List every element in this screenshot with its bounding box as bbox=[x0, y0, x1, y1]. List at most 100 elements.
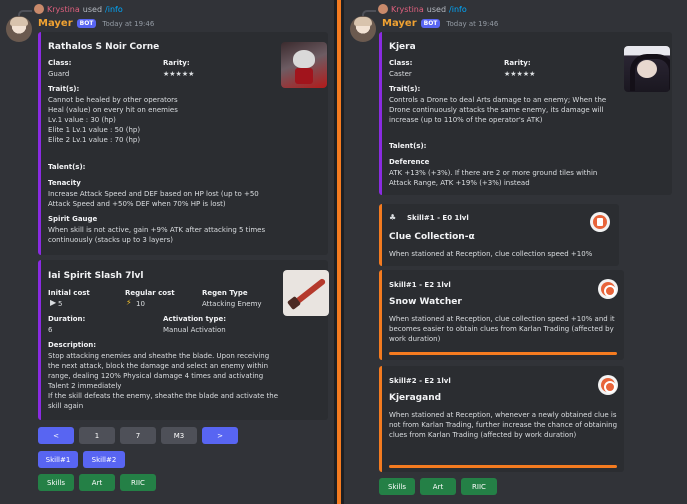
bot-avatar[interactable] bbox=[6, 16, 32, 42]
skills-button[interactable]: Skills bbox=[379, 478, 415, 495]
skill-1-button[interactable]: Skill#1 bbox=[38, 451, 78, 468]
initial-cost-value: 5 bbox=[58, 300, 63, 308]
traits-label: Trait(s): bbox=[389, 85, 421, 93]
timestamp: Today at 19:46 bbox=[446, 19, 499, 28]
skill-description: Stop attacking enemies and sheathe the b… bbox=[48, 352, 279, 410]
riic-embed-3: Skill#2 - E2 1lvl Kjeragand When station… bbox=[379, 366, 624, 472]
operator-portrait bbox=[624, 46, 670, 92]
trait-line: Elite 2 Lv.1 value : 70 (hp) bbox=[48, 136, 141, 144]
author-name[interactable]: Mayer bbox=[382, 18, 417, 29]
duration-value: 6 bbox=[48, 326, 53, 334]
reply-used: used bbox=[82, 4, 103, 14]
talent-2-name: Spirit Gauge bbox=[48, 215, 98, 223]
riic-separator-bar bbox=[389, 352, 617, 355]
trait-line: Cannot be healed by other operators bbox=[48, 96, 178, 104]
riic-header: Skill#1 - E2 1lvl bbox=[389, 281, 451, 289]
regen-type-value: Attacking Enemy bbox=[202, 300, 262, 308]
duration-label: Duration: bbox=[48, 315, 86, 323]
skills-button[interactable]: Skills bbox=[38, 474, 74, 491]
riic-embed-1: ♣ Skill#1 - E0 1lvl Clue Collection-α Wh… bbox=[379, 204, 619, 266]
riic-skill-name: Snow Watcher bbox=[389, 297, 462, 307]
traits-text: Controls a Drone to deal Arts damage to … bbox=[389, 96, 607, 124]
activation-value: Manual Activation bbox=[163, 326, 226, 334]
activation-label: Activation type: bbox=[163, 315, 227, 323]
trait-line: Elite 1 Lv.1 value : 50 (hp) bbox=[48, 126, 141, 134]
next-page-button[interactable]: > bbox=[202, 427, 238, 444]
reply-reference[interactable]: Krystina used /info bbox=[18, 4, 123, 17]
riic-button[interactable]: RIIC bbox=[461, 478, 497, 495]
right-message: Krystina used /info Mayer BOT Today at 1… bbox=[344, 0, 687, 504]
riic-skill-name: Clue Collection-α bbox=[389, 232, 475, 242]
art-button[interactable]: Art bbox=[420, 478, 456, 495]
reply-avatar bbox=[34, 4, 44, 14]
traits-label: Trait(s): bbox=[48, 85, 80, 93]
prev-page-button[interactable]: < bbox=[38, 427, 74, 444]
rarity-stars: ★★★★★ bbox=[163, 70, 195, 78]
riic-kjeragand-icon bbox=[598, 375, 618, 395]
left-message: Krystina used /info Mayer BOT Today at 1… bbox=[0, 0, 334, 504]
trait-line: Lv.1 value : 30 (hp) bbox=[48, 116, 116, 124]
author-name[interactable]: Mayer bbox=[38, 18, 73, 29]
art-button[interactable]: Art bbox=[79, 474, 115, 491]
reply-avatar bbox=[378, 4, 388, 14]
riic-skill-desc: When stationed at Reception, clue collec… bbox=[389, 250, 593, 258]
bot-avatar[interactable] bbox=[350, 16, 376, 42]
class-value: Caster bbox=[389, 70, 412, 78]
trait-line: Heal (value) on every hit on enemies bbox=[48, 106, 178, 114]
talents-label: Talent(s): bbox=[48, 163, 86, 171]
regular-cost-value: 10 bbox=[136, 300, 145, 308]
message-author: Mayer BOT Today at 19:46 bbox=[382, 18, 498, 29]
level-7-button[interactable]: 7 bbox=[120, 427, 156, 444]
riic-skill-desc: When stationed at Reception, clue collec… bbox=[389, 315, 615, 343]
bot-badge: BOT bbox=[420, 19, 441, 28]
reply-reference[interactable]: Krystina used /info bbox=[362, 4, 467, 17]
class-value: Guard bbox=[48, 70, 70, 78]
message-author: Mayer BOT Today at 19:46 bbox=[38, 18, 154, 29]
rarity-stars: ★★★★★ bbox=[504, 70, 536, 78]
skill-icon bbox=[283, 270, 329, 316]
riic-skill-desc: When stationed at Reception, whenever a … bbox=[389, 411, 618, 439]
pane-divider bbox=[334, 0, 344, 504]
skill-name: Iai Spirit Slash 7lvl bbox=[48, 271, 144, 281]
lightning-icon: ⚡ bbox=[126, 298, 132, 307]
bot-badge: BOT bbox=[76, 19, 97, 28]
regular-cost-label: Regular cost bbox=[125, 289, 175, 297]
talents-label: Talent(s): bbox=[389, 142, 427, 150]
operator-embed: Kjera Class: Caster Rarity: ★★★★★ Trait(… bbox=[379, 32, 672, 195]
talent-2-desc: When skill is not active, gain +9% ATK a… bbox=[48, 226, 266, 244]
operator-name: Kjera bbox=[389, 42, 416, 52]
operator-name: Rathalos S Noir Corne bbox=[48, 42, 160, 52]
riic-skill-icon: ♣ bbox=[389, 213, 397, 222]
riic-header: Skill#1 - E0 1lvl bbox=[407, 214, 469, 222]
riic-separator-bar bbox=[389, 465, 617, 468]
riic-header: Skill#2 - E2 1lvl bbox=[389, 377, 451, 385]
riic-snow-icon bbox=[598, 279, 618, 299]
riic-button[interactable]: RIIC bbox=[120, 474, 156, 491]
initial-cost-label: Initial cost bbox=[48, 289, 90, 297]
class-label: Class: bbox=[389, 59, 413, 67]
talent-1-desc: Increase Attack Speed and DEF based on H… bbox=[48, 190, 259, 208]
operator-portrait bbox=[281, 42, 327, 88]
riic-skill-name: Kjeragand bbox=[389, 393, 442, 403]
skill-embed: Iai Spirit Slash 7lvl Initial cost ▶ 5 R… bbox=[38, 260, 329, 420]
riic-clue-icon bbox=[590, 212, 610, 232]
description-label: Description: bbox=[48, 341, 97, 349]
reply-username[interactable]: Krystina bbox=[391, 5, 424, 14]
reply-command[interactable]: /info bbox=[449, 5, 467, 14]
reply-command[interactable]: /info bbox=[105, 5, 123, 14]
riic-embed-2: Skill#1 - E2 1lvl Snow Watcher When stat… bbox=[379, 270, 624, 360]
regen-type-label: Regen Type bbox=[202, 289, 248, 297]
talent-1-name: Deference bbox=[389, 158, 430, 166]
operator-embed: Rathalos S Noir Corne Class: Guard Rarit… bbox=[38, 32, 328, 255]
mastery-3-button[interactable]: M3 bbox=[161, 427, 197, 444]
level-1-button[interactable]: 1 bbox=[79, 427, 115, 444]
talent-1-name: Tenacity bbox=[48, 179, 81, 187]
skill-2-button[interactable]: Skill#2 bbox=[83, 451, 125, 468]
rarity-label: Rarity: bbox=[504, 59, 531, 67]
reply-used: used bbox=[426, 4, 447, 14]
reply-username[interactable]: Krystina bbox=[47, 5, 80, 14]
rarity-label: Rarity: bbox=[163, 59, 190, 67]
play-icon: ▶ bbox=[50, 298, 57, 307]
timestamp: Today at 19:46 bbox=[102, 19, 155, 28]
talent-1-desc: ATK +13% (+3%). If there are 2 or more g… bbox=[389, 169, 598, 187]
